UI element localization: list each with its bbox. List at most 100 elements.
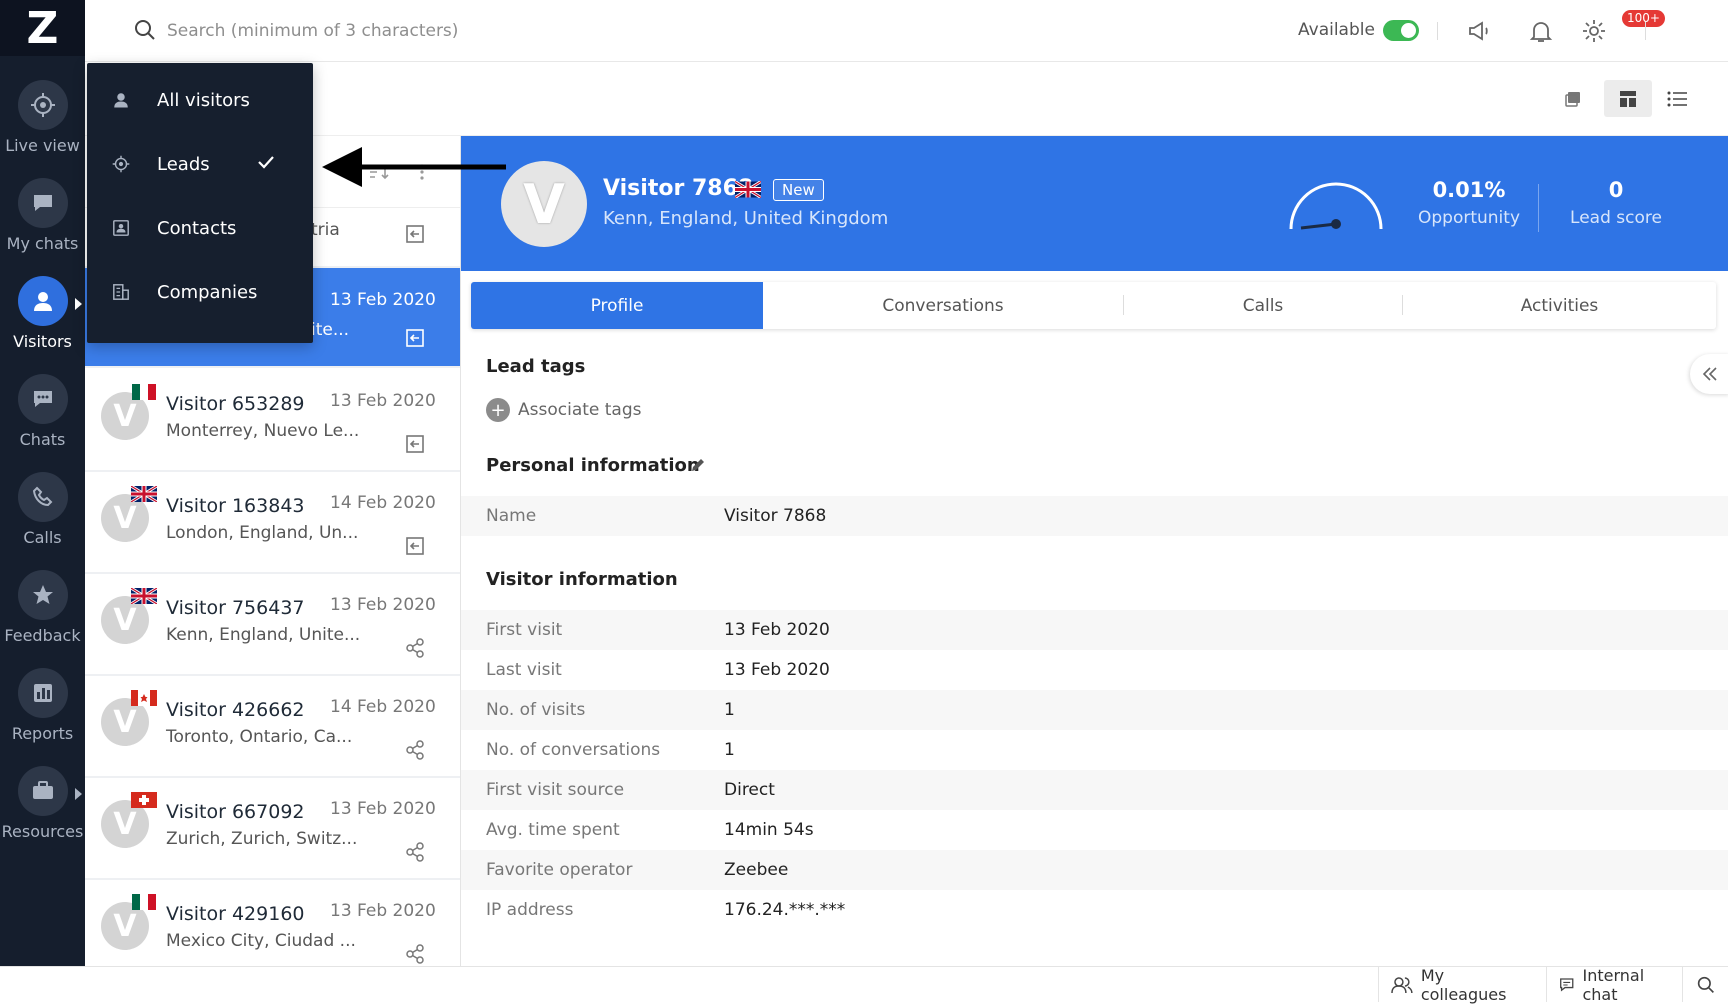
sidebar-item-calls[interactable]: Calls xyxy=(0,454,85,552)
sidebar-item-chats[interactable]: Chats xyxy=(0,356,85,454)
list-item-location: Zurich, Zurich, Switz... xyxy=(166,829,358,849)
sub-toolbar xyxy=(85,63,1728,136)
list-item[interactable]: V Visitor 667092 13 Feb 2020 Zurich, Zur… xyxy=(85,778,460,880)
profile-content: Profile Conversations Calls Activities L… xyxy=(461,271,1728,966)
list-item-name: Visitor 667092 xyxy=(166,801,305,823)
personal-info-title: Personal information xyxy=(486,455,700,476)
info-row: Last visit 13 Feb 2020 xyxy=(461,650,1728,690)
visitor-info-title: Visitor information xyxy=(486,569,678,590)
info-key: Avg. time spent xyxy=(486,820,620,840)
notification-badge: 100+ xyxy=(1622,10,1665,27)
list-item-date: 14 Feb 2020 xyxy=(330,697,436,717)
share-icon[interactable] xyxy=(403,942,427,966)
join-icon[interactable] xyxy=(403,326,427,350)
list-item[interactable]: V Visitor 426662 14 Feb 2020 Toronto, On… xyxy=(85,676,460,778)
share-icon[interactable] xyxy=(403,840,427,864)
tab-conversations[interactable]: Conversations xyxy=(763,282,1123,329)
list-item-name: Visitor 163843 xyxy=(166,495,305,517)
list-item[interactable]: V Visitor 756437 13 Feb 2020 Kenn, Engla… xyxy=(85,574,460,676)
info-key: First visit xyxy=(486,620,563,640)
share-icon[interactable] xyxy=(403,636,427,660)
list-item-date: 13 Feb 2020 xyxy=(330,595,436,615)
menu-item-leads[interactable]: Leads xyxy=(87,132,313,196)
menu-item-all-visitors[interactable]: All visitors xyxy=(87,68,313,132)
sidebar-item-label: Resources xyxy=(1,822,84,841)
tab-activities[interactable]: Activities xyxy=(1403,282,1716,329)
uk-flag-icon xyxy=(130,484,158,504)
menu-item-contacts[interactable]: Contacts xyxy=(87,196,313,260)
mexico-flag-icon xyxy=(131,384,157,400)
divider xyxy=(1437,22,1438,40)
list-view-icon[interactable] xyxy=(1653,80,1701,117)
my-colleagues-label: My colleagues xyxy=(1420,965,1507,1004)
sidebar-item-live-view[interactable]: Live view xyxy=(0,62,85,160)
app-logo[interactable]: Z xyxy=(0,0,85,56)
list-item-location: ite... xyxy=(311,320,350,340)
tab-profile[interactable]: Profile xyxy=(471,282,763,329)
join-icon[interactable] xyxy=(403,534,427,558)
menu-item-companies[interactable]: Companies xyxy=(87,260,313,324)
checkmark-icon xyxy=(257,154,275,175)
plus-icon: + xyxy=(486,398,510,422)
sidebar-item-reports[interactable]: Reports xyxy=(0,650,85,748)
info-key: IP address xyxy=(486,900,574,920)
collapse-panel-button[interactable] xyxy=(1690,354,1728,394)
grid-view-icon[interactable] xyxy=(1604,80,1652,117)
list-item[interactable]: V Visitor 653289 13 Feb 2020 Monterrey, … xyxy=(85,370,460,472)
list-item[interactable]: V Visitor 429160 13 Feb 2020 Mexico City… xyxy=(85,880,460,966)
info-row: Avg. time spent 14min 54s xyxy=(461,810,1728,850)
lead-score-value: 0 xyxy=(1608,178,1624,202)
availability-toggle[interactable] xyxy=(1383,20,1419,41)
pencil-icon[interactable] xyxy=(687,454,709,476)
search-input[interactable] xyxy=(167,18,567,44)
tab-calls[interactable]: Calls xyxy=(1124,282,1402,329)
list-item-name: Visitor 653289 xyxy=(166,393,305,415)
card-view-icon[interactable] xyxy=(1549,80,1597,117)
info-row: First visit 13 Feb 2020 xyxy=(461,610,1728,650)
annotation-arrow-icon xyxy=(322,147,506,187)
list-item-location: London, England, Un... xyxy=(166,523,359,543)
info-row: No. of conversations 1 xyxy=(461,730,1728,770)
star-icon xyxy=(32,585,53,604)
megaphone-icon[interactable] xyxy=(1465,17,1493,45)
sidebar-item-feedback[interactable]: Feedback xyxy=(0,552,85,650)
divider xyxy=(1645,22,1646,40)
info-key: Favorite operator xyxy=(486,860,633,880)
internal-chat-button[interactable]: Internal chat xyxy=(1546,965,1682,1004)
search-icon[interactable] xyxy=(133,18,157,42)
list-item-date: 14 Feb 2020 xyxy=(330,493,436,513)
list-item-date: 13 Feb 2020 xyxy=(330,391,436,411)
info-value: Visitor 7868 xyxy=(724,506,827,526)
switzerland-flag-icon xyxy=(131,792,157,808)
join-icon[interactable] xyxy=(403,432,427,456)
list-item-date: 13 Feb 2020 xyxy=(330,290,436,310)
footer-search-button[interactable] xyxy=(1682,967,1728,1002)
sidebar-item-label: Feedback xyxy=(4,626,81,645)
bell-icon[interactable] xyxy=(1527,17,1555,45)
list-item-name: Visitor 426662 xyxy=(166,699,305,721)
sidebar-item-my-chats[interactable]: My chats xyxy=(0,160,85,258)
gear-icon[interactable] xyxy=(1580,17,1608,45)
top-bar: Available 100+ xyxy=(85,0,1728,62)
info-key: No. of conversations xyxy=(486,740,661,760)
list-item[interactable]: V Visitor 163843 14 Feb 2020 London, Eng… xyxy=(85,472,460,574)
status-label: Available xyxy=(1298,20,1375,40)
info-row: IP address 176.24.***.*** xyxy=(461,890,1728,930)
list-item-location: Monterrey, Nuevo Le... xyxy=(166,421,360,441)
info-value: Zeebee xyxy=(724,860,789,880)
visitor-location: Kenn, England, United Kingdom xyxy=(603,208,889,229)
phone-icon xyxy=(32,486,52,507)
share-icon[interactable] xyxy=(403,738,427,762)
info-value: 1 xyxy=(724,740,735,760)
bar-chart-icon xyxy=(33,684,52,702)
app-sidebar: Z Live view My chats Visitors Chats Call… xyxy=(0,0,85,966)
divider xyxy=(1538,184,1539,232)
associate-tags-button[interactable]: + Associate tags xyxy=(486,398,642,422)
my-colleagues-button[interactable]: My colleagues xyxy=(1378,965,1546,1004)
join-icon[interactable] xyxy=(403,222,427,246)
sidebar-item-resources[interactable]: Resources xyxy=(0,748,85,846)
list-item-location: Toronto, Ontario, Ca... xyxy=(166,727,353,747)
info-key: No. of visits xyxy=(486,700,586,720)
sidebar-item-visitors[interactable]: Visitors xyxy=(0,258,85,356)
internal-chat-label: Internal chat xyxy=(1582,965,1645,1004)
